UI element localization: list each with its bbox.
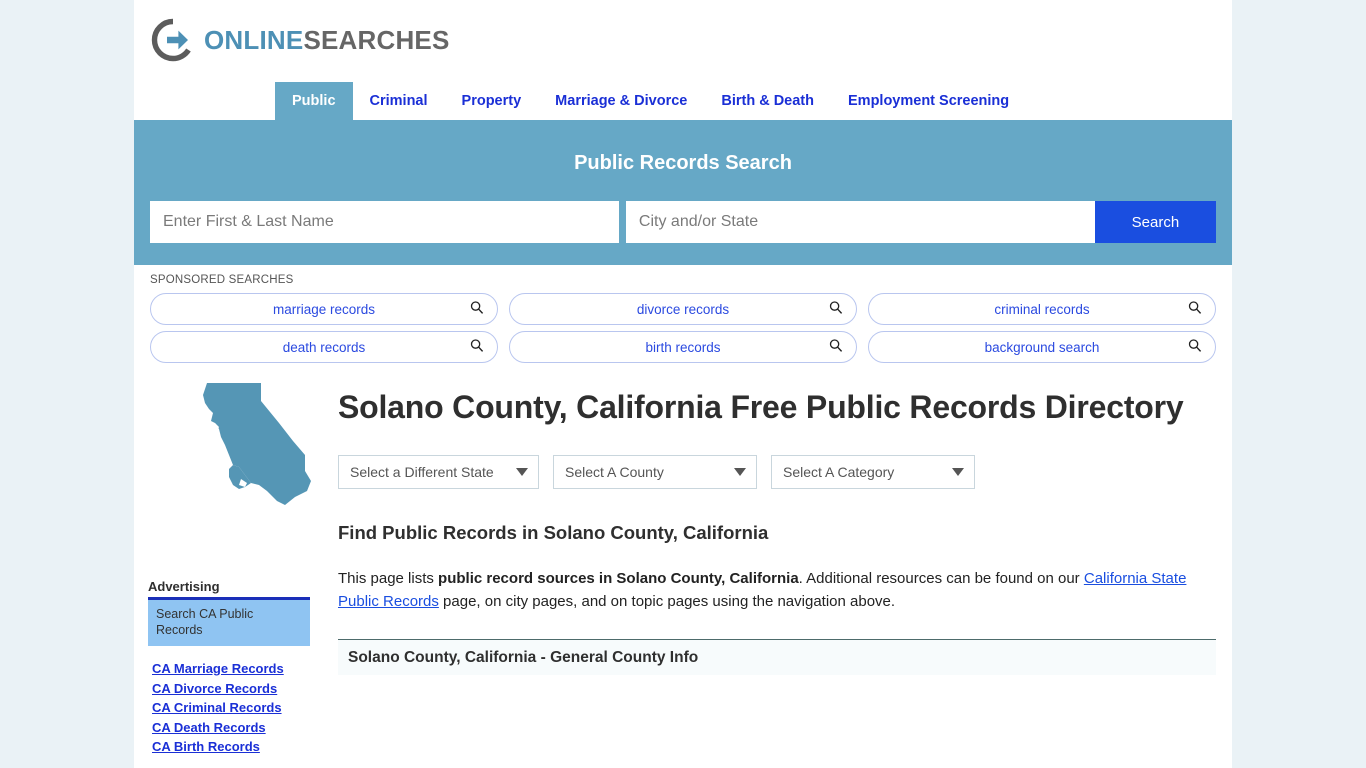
sponsored-searches-label: SPONSORED SEARCHES [150,274,294,286]
sponsored-pill-criminal-records[interactable]: criminal records [868,293,1216,325]
site-header: ONLINESEARCHES [134,0,1232,82]
sidebar-link-ca-divorce-records[interactable]: CA Divorce Records [148,680,310,700]
search-banner-title: Public Records Search [574,152,792,174]
search-form: Search [150,201,1216,243]
page-title: Solano County, California Free Public Re… [338,389,1184,425]
sidebar-link-ca-criminal-records[interactable]: CA Criminal Records [148,699,310,719]
search-icon [470,301,484,318]
search-icon [829,301,843,318]
main-navigation: Public Criminal Property Marriage & Divo… [134,82,1232,126]
sidebar-links: CA Marriage Records CA Divorce Records C… [148,660,310,758]
sponsored-pill-background-search[interactable]: background search [868,331,1216,363]
public-records-search-banner: Public Records Search Search [134,126,1232,265]
intro-bold-source: public record sources in Solano County, … [438,569,799,587]
site-logo[interactable]: ONLINESEARCHES [150,17,450,63]
logo-wordmark: ONLINESEARCHES [204,17,450,63]
sponsored-pill-label: death records [282,339,366,355]
name-search-input[interactable] [150,201,619,243]
tab-property[interactable]: Property [445,82,539,120]
sponsored-pill-label: criminal records [994,301,1090,317]
search-icon [829,339,843,356]
ad-unit-search-ca-public-records[interactable]: Search CA Public Records [148,597,310,646]
location-search-input[interactable] [625,201,1095,243]
sponsored-pill-label: background search [984,339,1100,355]
main-column: Solano County, California Free Public Re… [338,371,1232,676]
circle-arrow-right-icon [150,17,196,63]
tab-criminal[interactable]: Criminal [353,82,445,120]
sponsored-pill-death-records[interactable]: death records [150,331,498,363]
logo-text-searches: SEARCHES [303,25,450,55]
sidebar: Advertising Search CA Public Records CA … [148,579,310,758]
select-state[interactable]: Select a Different State [338,454,539,489]
sponsored-pill-marriage-records[interactable]: marriage records [150,293,498,325]
page-root: ONLINESEARCHES Public Criminal Property … [0,0,1366,768]
search-icon [470,339,484,356]
select-category-value: Select A Category [783,463,895,480]
intro-paragraph: This page lists public record sources in… [338,567,1216,614]
sponsored-pill-label: marriage records [272,301,376,317]
intro-text-part3: page, on city pages, and on topic pages … [438,593,896,610]
sidebar-link-ca-birth-records[interactable]: CA Birth Records [148,738,310,758]
chevron-down-icon [734,467,746,476]
chevron-down-icon [516,467,528,476]
select-county[interactable]: Select A County [553,454,757,489]
tab-employment-screening[interactable]: Employment Screening [831,82,1026,120]
search-icon [1188,301,1202,318]
tab-public[interactable]: Public [275,82,353,120]
intro-text-part1: This page lists [338,569,439,587]
filter-selects: Select a Different State Select A County… [338,454,1216,489]
table-header-general-county-info: Solano County, California - General Coun… [338,640,1216,676]
chevron-down-icon [952,467,964,476]
logo-text-online: ONLINE [204,25,304,55]
sponsored-searches-grid: marriage records divorce records crimina… [150,293,1216,363]
page-body: Advertising Search CA Public Records CA … [134,371,1232,754]
sidebar-link-ca-death-records[interactable]: CA Death Records [148,719,310,739]
section-heading: Find Public Records in Solano County, Ca… [338,521,769,543]
sponsored-pill-label: divorce records [636,301,730,317]
general-county-info-table: Solano County, California - General Coun… [338,639,1216,676]
sidebar-link-ca-marriage-records[interactable]: CA Marriage Records [148,660,310,680]
search-button[interactable]: Search [1094,201,1216,243]
advertising-label: Advertising [148,579,220,594]
search-icon [1188,339,1202,356]
select-category[interactable]: Select A Category [771,454,975,489]
sponsored-pill-divorce-records[interactable]: divorce records [509,293,857,325]
select-state-value: Select a Different State [350,463,494,480]
intro-text-part2: . Additional resources can be found on o… [798,569,1084,587]
content-container: ONLINESEARCHES Public Criminal Property … [134,0,1232,768]
tab-birth-death[interactable]: Birth & Death [704,82,831,120]
sponsored-searches-section: SPONSORED SEARCHES marriage records divo… [134,265,1232,371]
select-county-value: Select A County [565,463,664,480]
california-state-outline-icon [189,379,314,511]
sponsored-pill-birth-records[interactable]: birth records [509,331,857,363]
sponsored-pill-label: birth records [645,339,721,355]
tab-marriage-divorce[interactable]: Marriage & Divorce [538,82,704,120]
